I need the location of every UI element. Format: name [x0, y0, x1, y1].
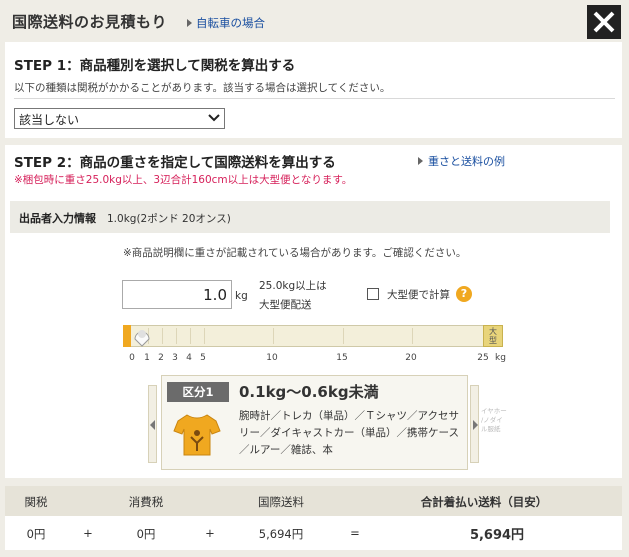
bicycle-link-label: 自転車の場合: [196, 16, 265, 30]
slider-tick-line: [162, 328, 163, 344]
slider-tick-label: 5: [200, 353, 206, 363]
chevron-down-icon: [208, 114, 220, 122]
category-range: 0.1kg〜0.6kg未満: [239, 383, 379, 401]
seller-info-label: 出品者入力情報: [19, 212, 96, 225]
large-shipping-zone: 大 型: [483, 325, 503, 347]
slider-tick-line: [204, 328, 205, 344]
large-shipping-checkbox[interactable]: [367, 288, 379, 300]
product-type-value: 該当しない: [19, 113, 80, 127]
slider-tick-line: [343, 328, 344, 344]
weight-input[interactable]: 1.0: [122, 280, 232, 309]
weight-slider-track[interactable]: [123, 325, 503, 347]
slider-tick-label: 20: [405, 353, 417, 363]
slider-unit-label: kg: [495, 353, 506, 363]
total-value: 5,694円: [469, 528, 525, 543]
large-shipping-checkbox-label[interactable]: 大型便で計算: [387, 287, 450, 302]
slider-tick-label: 25: [477, 353, 489, 363]
total-header: 合計着払い送料（目安）: [420, 495, 548, 509]
step2-panel: STEP 2：商品の重さを指定して国際送料を算出する ※梱包時に重さ25.0kg…: [5, 145, 622, 478]
zone-label-1: 大: [489, 327, 497, 336]
slider-tick-label: 1: [144, 353, 150, 363]
shipping-header: 国際送料: [258, 495, 304, 509]
weight-example-label: 重さと送料の例: [428, 155, 505, 168]
bicycle-link[interactable]: 自転車の場合: [187, 15, 265, 31]
weight-example-link[interactable]: 重さと送料の例: [418, 153, 505, 169]
weight-slider-thumb[interactable]: [133, 325, 151, 347]
duty-value: 0円: [26, 527, 46, 541]
weight-slider-fill: [123, 325, 131, 347]
oversize-warning: ※梱包時に重さ25.0kg以上、3辺合計160cm以上は大型便となります。: [14, 174, 353, 186]
seller-info-value: 1.0kg(2ポンド 20オンス): [107, 213, 231, 225]
tax-value: 0円: [136, 527, 156, 541]
slider-tick-line: [190, 328, 191, 344]
slider-tick-label: 15: [336, 353, 348, 363]
slider-tick-label: 0: [129, 353, 135, 363]
prev-category-button[interactable]: [148, 385, 157, 463]
slider-tick-line: [412, 328, 413, 344]
summary-values: 0円 + 0円 + 5,694円 = 5,694円: [5, 516, 622, 550]
arrow-right-icon: [187, 19, 192, 27]
close-icon: [593, 11, 615, 33]
help-icon[interactable]: ?: [456, 286, 472, 302]
seller-info-bar: 出品者入力情報 1.0kg(2ポンド 20オンス): [10, 201, 610, 233]
step1-description: 以下の種類は関税がかかることがあります。該当する場合は選択してください。: [14, 82, 391, 94]
weight-unit: kg: [235, 290, 248, 302]
arrow-right-icon: [418, 157, 423, 165]
shipping-value: 5,694円: [258, 527, 304, 541]
step2-heading: STEP 2：商品の重さを指定して国際送料を算出する: [14, 155, 336, 171]
zone-label-2: 型: [489, 336, 497, 345]
equals-sign: =: [350, 526, 360, 540]
step1-heading: STEP 1：商品種別を選択して関税を算出する: [14, 58, 296, 74]
chevron-right-icon: [473, 420, 478, 430]
product-type-select[interactable]: 該当しない: [14, 108, 225, 129]
tax-header: 消費税: [128, 495, 164, 509]
large-shipping-note: 25.0kg以上は 大型便配送: [259, 277, 339, 315]
large-note-line1: 25.0kg以上は: [259, 280, 327, 292]
next-category-button[interactable]: [470, 385, 479, 463]
slider-tick-label: 4: [186, 353, 192, 363]
modal-header: 国際送料のお見積もり 自転車の場合: [0, 0, 629, 42]
slider-tick-label: 3: [172, 353, 178, 363]
summary-header: 関税 消費税 国際送料 合計着払い送料（目安）: [5, 486, 622, 516]
modal-title: 国際送料のお見積もり: [12, 13, 168, 31]
step1-panel: STEP 1：商品種別を選択して関税を算出する 以下の種類は関税がかかることがあ…: [5, 42, 622, 138]
plus-sign: +: [83, 526, 93, 540]
tshirt-icon: [173, 414, 221, 456]
divider: [14, 98, 615, 99]
slider-tick-line: [176, 328, 177, 344]
category-items: 腕時計／トレカ（単品）／Ｔシャツ／アクセサリー／ダイキャストカー（単品）／携帯ケ…: [239, 410, 459, 456]
category-badge: 区分1: [167, 382, 229, 402]
chevron-left-icon: [150, 420, 155, 430]
plus-sign: +: [205, 526, 215, 540]
slider-tick-line: [273, 328, 274, 344]
weight-notice: ※商品説明欄に重さが記載されている場合があります。ご確認ください。: [123, 247, 467, 259]
close-button[interactable]: [587, 5, 621, 39]
next-category-preview: イヤホー /ノダイ ル服紙: [481, 407, 507, 433]
duty-header: 関税: [24, 495, 48, 509]
large-note-line2: 大型便配送: [259, 299, 312, 311]
slider-tick-label: 10: [266, 353, 278, 363]
slider-tick-label: 2: [158, 353, 164, 363]
category-card: 区分1 0.1kg〜0.6kg未満 腕時計／トレカ（単品）／Ｔシャツ／アクセサリ…: [161, 375, 468, 470]
